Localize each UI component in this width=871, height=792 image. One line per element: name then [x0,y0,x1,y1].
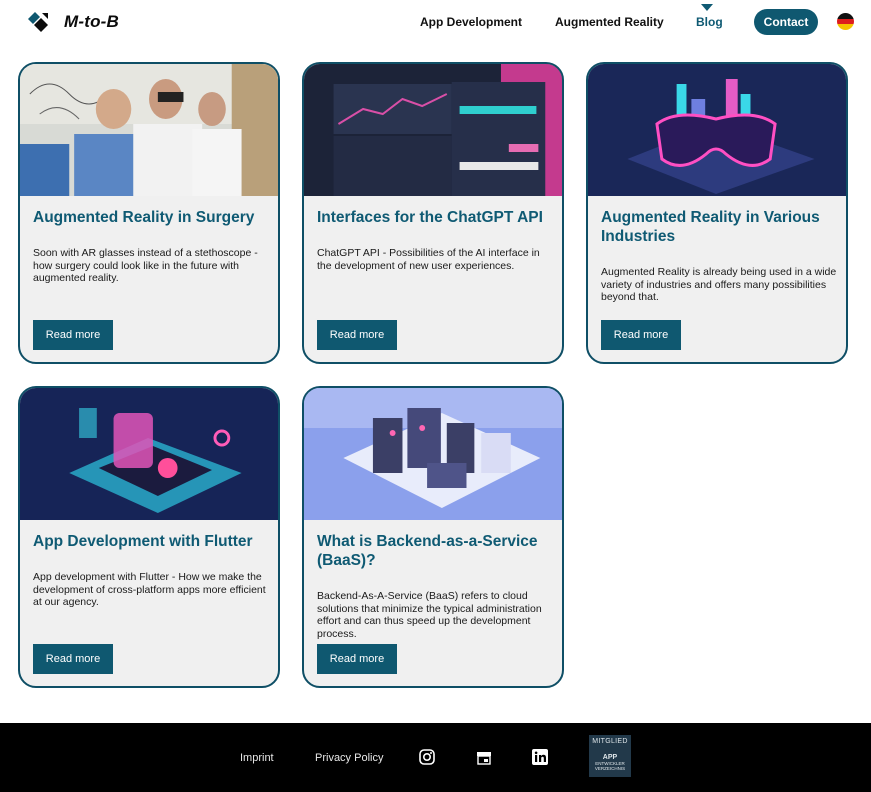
brand-name: M-to-B [64,12,120,31]
blog-card: Augmented Reality in Surgery Soon with A… [18,62,280,364]
blog-card: Augmented Reality in Various Industries … [586,62,848,364]
blog-card: What is Backend-as-a-Service (BaaS)? Bac… [302,386,564,688]
nav-augmented-reality[interactable]: Augmented Reality [555,15,664,29]
nav-blog[interactable]: Blog [696,15,723,29]
read-more-button[interactable]: Read more [33,320,113,350]
card-excerpt: Augmented Reality is already being used … [601,266,837,303]
read-more-button[interactable]: Read more [317,320,397,350]
german-flag-icon[interactable] [837,13,854,30]
dashboard-ui-image [304,64,562,196]
badge-line1: MITGLIED [592,738,628,745]
site-header: M-to-B App Development Augmented Reality… [0,0,871,44]
blog-card: Interfaces for the ChatGPT API ChatGPT A… [302,62,564,364]
badge-line2: APP [602,754,618,761]
read-more-button[interactable]: Read more [317,644,397,674]
logo-mark-icon [28,12,48,32]
card-excerpt: App development with Flutter - How we ma… [33,571,266,608]
badge-line4: VERZEICHNIS [594,766,626,771]
card-title[interactable]: Augmented Reality in Various Industries [601,208,837,246]
privacy-policy-link[interactable]: Privacy Policy [315,752,383,764]
card-excerpt: ChatGPT API - Possibilities of the AI in… [317,247,540,272]
smartphone-neon-image [20,388,278,520]
card-excerpt: Soon with AR glasses instead of a stetho… [33,247,258,284]
card-excerpt: Backend-As-A-Service (BaaS) refers to cl… [317,590,542,640]
read-more-button[interactable]: Read more [601,320,681,350]
logo[interactable]: M-to-B [26,9,119,35]
server-room-image [304,388,562,520]
blog-card: App Development with Flutter App develop… [18,386,280,688]
linkedin-icon[interactable] [532,749,548,765]
member-badge[interactable]: MITGLIED APP ENTWICKLER VERZEICHNIS [589,735,631,777]
card-title[interactable]: What is Backend-as-a-Service (BaaS)? [317,532,553,570]
nav-app-development[interactable]: App Development [420,15,522,29]
ar-glasses-city-image [588,64,846,196]
read-more-button[interactable]: Read more [33,644,113,674]
card-title[interactable]: Augmented Reality in Surgery [33,208,269,227]
card-title[interactable]: Interfaces for the ChatGPT API [317,208,553,227]
store-icon[interactable] [476,751,492,765]
contact-button[interactable]: Contact [754,9,818,35]
site-footer: Imprint Privacy Policy MITGLIED APP ENTW… [0,723,871,792]
active-caret-icon [701,4,713,11]
card-title[interactable]: App Development with Flutter [33,532,269,551]
surgeons-ar-image [20,64,278,196]
imprint-link[interactable]: Imprint [240,752,274,764]
instagram-icon[interactable] [419,749,435,765]
